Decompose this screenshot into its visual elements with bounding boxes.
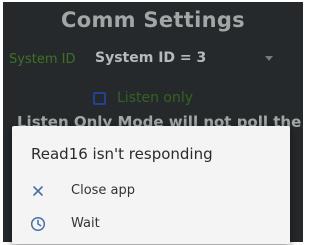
dialog-title: Read16 isn't responding xyxy=(31,145,213,163)
system-id-value: System ID = 3 xyxy=(95,50,207,66)
clock-icon xyxy=(30,216,46,232)
page-title: Comm Settings xyxy=(61,8,245,32)
system-id-dropdown[interactable]: System ID = 3 xyxy=(95,50,279,70)
close-app-label: Close app xyxy=(71,183,136,198)
system-id-row: System ID System ID = 3 xyxy=(9,50,299,72)
close-app-button[interactable]: Close app xyxy=(12,176,290,206)
app-not-responding-dialog: Read16 isn't responding Close app Wait xyxy=(12,126,290,244)
wait-button[interactable]: Wait xyxy=(12,209,290,239)
wait-label: Wait xyxy=(71,216,100,231)
system-id-label: System ID xyxy=(9,52,76,67)
listen-only-checkbox[interactable] xyxy=(93,92,106,105)
listen-only-label: Listen only xyxy=(117,90,194,106)
dropdown-arrow-icon xyxy=(265,56,273,61)
close-icon xyxy=(33,186,43,196)
listen-only-row[interactable]: Listen only xyxy=(87,90,247,110)
